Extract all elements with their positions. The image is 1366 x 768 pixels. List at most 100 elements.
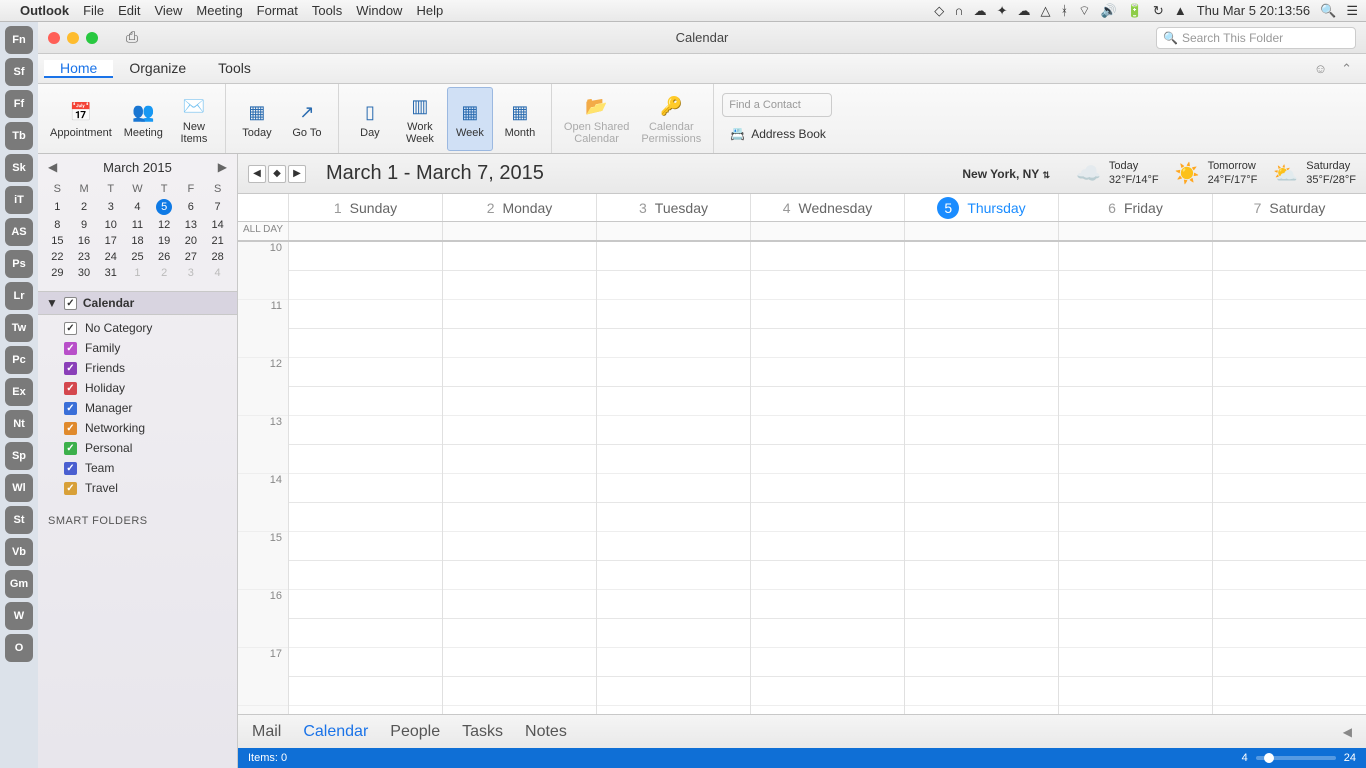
- category-checkbox[interactable]: ✓: [64, 422, 77, 435]
- view-notes[interactable]: Notes: [525, 723, 567, 741]
- day-header[interactable]: 7Saturday: [1212, 194, 1366, 221]
- dock-app[interactable]: W: [5, 602, 33, 630]
- category-checkbox[interactable]: ✓: [64, 362, 77, 375]
- day-header[interactable]: 4Wednesday: [750, 194, 904, 221]
- mini-day[interactable]: 1: [124, 265, 151, 281]
- volume-icon[interactable]: 🔊: [1101, 3, 1117, 19]
- find-contact-input[interactable]: Find a Contact: [722, 93, 832, 117]
- dock-app[interactable]: Sp: [5, 442, 33, 470]
- mini-day[interactable]: 3: [178, 265, 205, 281]
- category-checkbox[interactable]: ✓: [64, 322, 77, 335]
- mini-day[interactable]: 31: [97, 265, 124, 281]
- calendar-grid[interactable]: 1011121314151617: [238, 242, 1366, 714]
- twitter-icon[interactable]: ✦: [997, 3, 1008, 19]
- dock-app[interactable]: iT: [5, 186, 33, 214]
- mini-day[interactable]: 1: [44, 197, 71, 217]
- mini-day[interactable]: 4: [124, 197, 151, 217]
- mini-day[interactable]: 10: [97, 217, 124, 233]
- prev-month-button[interactable]: ◀: [48, 160, 57, 174]
- mini-day[interactable]: 22: [44, 249, 71, 265]
- menu-format[interactable]: Format: [257, 3, 298, 18]
- app-name[interactable]: Outlook: [20, 3, 69, 18]
- cloud-icon[interactable]: ☁: [974, 3, 987, 19]
- calendar-checkbox[interactable]: ✓: [64, 297, 77, 310]
- day-view-button[interactable]: ▯Day: [347, 87, 393, 151]
- zoom-button[interactable]: [86, 32, 98, 44]
- meeting-button[interactable]: 👥Meeting: [120, 87, 167, 151]
- category-item[interactable]: ✓Team: [46, 461, 229, 475]
- smart-folders-header[interactable]: SMART FOLDERS: [38, 507, 237, 535]
- bluetooth-icon[interactable]: ᚼ: [1060, 3, 1068, 18]
- mini-day[interactable]: 25: [124, 249, 151, 265]
- day-header[interactable]: 1Sunday: [288, 194, 442, 221]
- next-week-button[interactable]: ▶: [288, 165, 306, 183]
- collapse-ribbon-icon[interactable]: ⌃: [1341, 61, 1352, 77]
- day-column[interactable]: [442, 242, 596, 714]
- mini-day[interactable]: 6: [178, 197, 205, 217]
- zoom-slider[interactable]: [1256, 756, 1336, 760]
- day-header[interactable]: 2Monday: [442, 194, 596, 221]
- dock-app[interactable]: Sk: [5, 154, 33, 182]
- mini-day[interactable]: 24: [97, 249, 124, 265]
- mini-day[interactable]: 2: [71, 197, 98, 217]
- weather-day[interactable]: ☀️Tomorrow24°F/17°F: [1175, 160, 1258, 186]
- category-item[interactable]: ✓Holiday: [46, 381, 229, 395]
- category-checkbox[interactable]: ✓: [64, 382, 77, 395]
- category-item[interactable]: ✓Personal: [46, 441, 229, 455]
- drive-icon[interactable]: △: [1040, 3, 1050, 19]
- dock-app[interactable]: Wl: [5, 474, 33, 502]
- print-icon[interactable]: ⎙: [126, 29, 138, 46]
- menu-file[interactable]: File: [83, 3, 104, 18]
- mini-calendar[interactable]: SMTWTFS123456789101112131415161718192021…: [38, 181, 237, 291]
- category-checkbox[interactable]: ✓: [64, 442, 77, 455]
- dock-app[interactable]: Vb: [5, 538, 33, 566]
- day-header[interactable]: 6Friday: [1058, 194, 1212, 221]
- dock-app[interactable]: Nt: [5, 410, 33, 438]
- dock-app[interactable]: O: [5, 634, 33, 662]
- collapse-nav-icon[interactable]: ◀: [1343, 725, 1352, 739]
- dock-app[interactable]: St: [5, 506, 33, 534]
- dock-app[interactable]: Ex: [5, 378, 33, 406]
- category-item[interactable]: ✓Friends: [46, 361, 229, 375]
- category-item[interactable]: ✓Family: [46, 341, 229, 355]
- view-people[interactable]: People: [390, 723, 440, 741]
- clock[interactable]: Thu Mar 5 20:13:56: [1197, 3, 1310, 18]
- day-column[interactable]: [288, 242, 442, 714]
- view-tasks[interactable]: Tasks: [462, 723, 503, 741]
- mini-day[interactable]: 18: [124, 233, 151, 249]
- day-column[interactable]: [750, 242, 904, 714]
- mini-day[interactable]: 28: [204, 249, 231, 265]
- new-items-button[interactable]: ✉️New Items: [171, 87, 217, 151]
- day-column[interactable]: [904, 242, 1058, 714]
- day-column[interactable]: [596, 242, 750, 714]
- mini-day[interactable]: 5: [151, 197, 178, 217]
- workweek-view-button[interactable]: ▥Work Week: [397, 87, 443, 151]
- day-column[interactable]: [1212, 242, 1366, 714]
- wifi-icon[interactable]: ⌔: [1078, 3, 1090, 19]
- mini-day[interactable]: 27: [178, 249, 205, 265]
- minimize-button[interactable]: [67, 32, 79, 44]
- view-mail[interactable]: Mail: [252, 723, 281, 741]
- mini-day[interactable]: 12: [151, 217, 178, 233]
- mini-day[interactable]: 15: [44, 233, 71, 249]
- menu-meeting[interactable]: Meeting: [196, 3, 242, 18]
- category-item[interactable]: ✓Manager: [46, 401, 229, 415]
- menu-help[interactable]: Help: [416, 3, 443, 18]
- view-calendar[interactable]: Calendar: [303, 723, 368, 741]
- tab-home[interactable]: Home: [44, 60, 113, 78]
- category-item[interactable]: ✓Travel: [46, 481, 229, 495]
- menu-edit[interactable]: Edit: [118, 3, 140, 18]
- day-header[interactable]: 3Tuesday: [596, 194, 750, 221]
- dock-app[interactable]: Pc: [5, 346, 33, 374]
- permissions-button[interactable]: 🔑Calendar Permissions: [637, 87, 705, 151]
- menu-extra-icon[interactable]: ▲: [1174, 3, 1187, 18]
- mini-day[interactable]: 17: [97, 233, 124, 249]
- spotlight-icon[interactable]: 🔍: [1320, 3, 1336, 19]
- mini-day[interactable]: 8: [44, 217, 71, 233]
- mini-day[interactable]: 13: [178, 217, 205, 233]
- mini-day[interactable]: 3: [97, 197, 124, 217]
- address-book-button[interactable]: 📇Address Book: [722, 123, 834, 145]
- mini-day[interactable]: 2: [151, 265, 178, 281]
- dock-app[interactable]: Sf: [5, 58, 33, 86]
- timemachine-icon[interactable]: ↻: [1153, 3, 1164, 19]
